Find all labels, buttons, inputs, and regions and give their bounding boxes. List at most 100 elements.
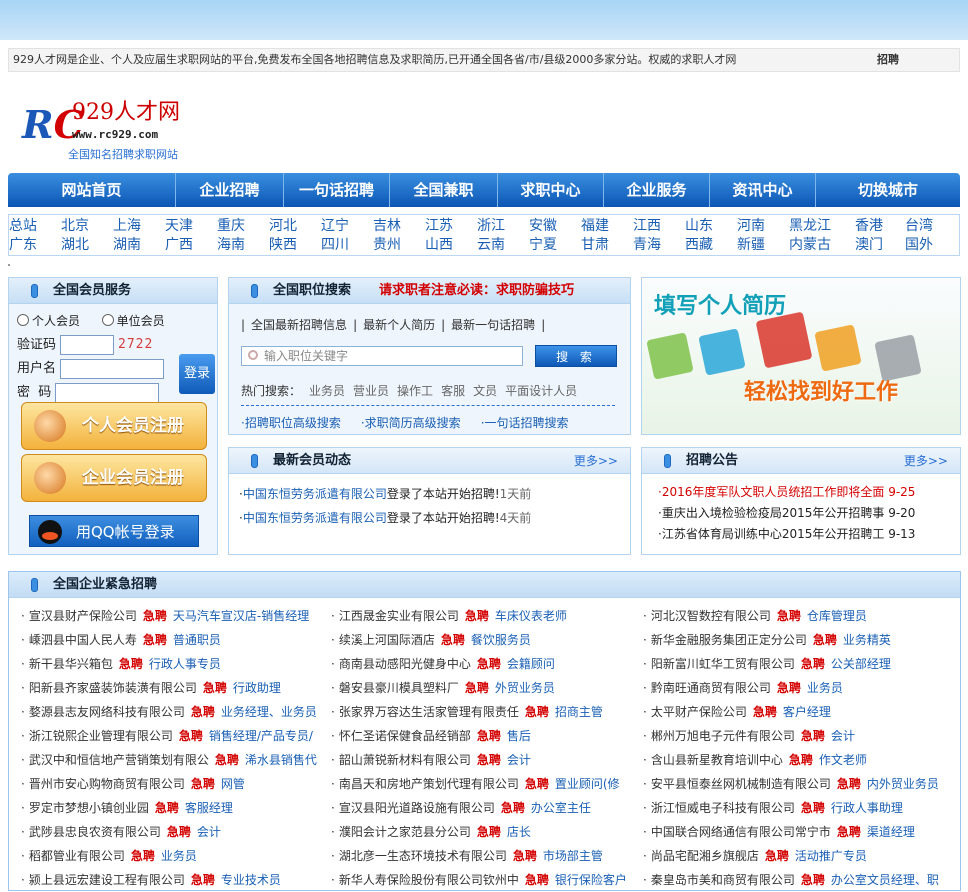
- city-link[interactable]: 内蒙古: [789, 236, 831, 255]
- company-link[interactable]: 安平县恒泰丝网机械制造有限公司: [651, 777, 831, 791]
- city-link[interactable]: 浙江: [477, 217, 505, 236]
- job-link[interactable]: 业务员: [807, 681, 843, 695]
- company-link[interactable]: 黔南旺通商贸有限公司: [651, 681, 771, 695]
- company-link[interactable]: 中国东恒劳务派遣有限公司: [243, 487, 387, 501]
- search-button[interactable]: 搜 索: [535, 345, 617, 367]
- city-link[interactable]: 国外: [905, 236, 933, 255]
- job-link[interactable]: 办公室文员经理、职: [831, 873, 939, 887]
- city-link[interactable]: 江西: [633, 217, 661, 236]
- company-link[interactable]: 秦皇岛市美和商贸有限公司: [651, 873, 795, 887]
- company-link[interactable]: 武陟县忠良农资有限公司: [29, 825, 161, 839]
- site-logo[interactable]: RC 929人才网 www.rc929.com 全国知名招聘求职网站: [20, 92, 195, 162]
- city-link[interactable]: 四川: [321, 236, 349, 255]
- company-link[interactable]: 阳新县齐家盛装饰装潢有限公司: [29, 681, 197, 695]
- nav-company-service[interactable]: 企业服务: [604, 173, 710, 207]
- company-link[interactable]: 续溪上河国际酒店: [339, 633, 435, 647]
- company-link[interactable]: 武汉中和恒信地产营销策划有限公: [29, 753, 209, 767]
- nav-news-center[interactable]: 资讯中心: [710, 173, 816, 207]
- city-link[interactable]: 香港: [855, 217, 883, 236]
- company-link[interactable]: 张家界万容达生活家管理有限责任: [339, 705, 519, 719]
- company-link[interactable]: 含山县新星教育培训中心: [651, 753, 783, 767]
- company-link[interactable]: 怀仁圣诺保健食品经销部: [339, 729, 471, 743]
- company-link[interactable]: 阳新富川虹华工贸有限公司: [651, 657, 795, 671]
- job-link[interactable]: 活动推广专员: [795, 849, 867, 863]
- announcement-item[interactable]: ·江苏省体育局训练中心2015年公开招聘工 9-13: [658, 524, 960, 545]
- city-link[interactable]: 北京: [61, 217, 89, 236]
- job-link[interactable]: 作文老师: [819, 753, 867, 767]
- job-link[interactable]: 业务精英: [843, 633, 891, 647]
- company-link[interactable]: 浙江恒威电子科技有限公司: [651, 801, 795, 815]
- job-link[interactable]: 销售经理/产品专员/: [209, 729, 313, 743]
- company-link[interactable]: 嵊泗县中国人民人寿: [29, 633, 137, 647]
- city-link[interactable]: 河北: [269, 217, 297, 236]
- resume-promo-banner[interactable]: 填写个人简历 轻松找到好工作: [641, 277, 961, 435]
- job-link[interactable]: 业务员: [161, 849, 197, 863]
- username-input[interactable]: [60, 358, 165, 379]
- company-link[interactable]: 新干县华兴箱包: [29, 657, 113, 671]
- login-button[interactable]: 登录: [179, 354, 215, 394]
- company-link[interactable]: 婺源县志友网络科技有限公司: [29, 705, 185, 719]
- company-link[interactable]: 尚品宅配湘乡旗舰店: [651, 849, 759, 863]
- job-link[interactable]: 会计: [831, 729, 855, 743]
- nav-one-line-jobs[interactable]: 一句话招聘: [284, 173, 390, 207]
- hot-term[interactable]: 客服: [441, 384, 465, 398]
- job-link[interactable]: 店长: [507, 825, 531, 839]
- link-latest-resumes[interactable]: 最新个人简历: [363, 318, 435, 332]
- city-link[interactable]: 台湾: [905, 217, 933, 236]
- job-link[interactable]: 行政人事专员: [149, 657, 221, 671]
- company-link[interactable]: 江西晟金实业有限公司: [339, 609, 459, 623]
- hot-term[interactable]: 营业员: [353, 384, 389, 398]
- city-link[interactable]: 澳门: [855, 236, 883, 255]
- city-link[interactable]: 云南: [477, 236, 505, 255]
- city-link[interactable]: 湖南: [113, 236, 141, 255]
- city-link[interactable]: 天津: [165, 217, 193, 236]
- password-input[interactable]: [55, 382, 160, 403]
- nav-company-jobs[interactable]: 企业招聘: [176, 173, 284, 207]
- job-link[interactable]: 售后: [507, 729, 531, 743]
- city-link[interactable]: 江苏: [425, 217, 453, 236]
- job-link[interactable]: 普通职员: [173, 633, 221, 647]
- hot-term[interactable]: 操作工: [397, 384, 433, 398]
- city-link[interactable]: 甘肃: [581, 236, 609, 255]
- job-link[interactable]: 银行保险客户: [555, 873, 627, 887]
- adv-one-line-search-link[interactable]: 一句话招聘搜索: [485, 416, 569, 430]
- job-link[interactable]: 办公室主任: [531, 801, 591, 815]
- city-link[interactable]: 辽宁: [321, 217, 349, 236]
- nav-parttime[interactable]: 全国兼职: [390, 173, 498, 207]
- company-link[interactable]: 新华人寿保险股份有限公司钦州中: [339, 873, 519, 887]
- job-link[interactable]: 天马汽车宣汉店-销售经理: [173, 609, 309, 623]
- job-link[interactable]: 市场部主管: [543, 849, 603, 863]
- nav-jobseeker-center[interactable]: 求职中心: [498, 173, 604, 207]
- job-link[interactable]: 专业技术员: [221, 873, 281, 887]
- city-link[interactable]: 海南: [217, 236, 245, 255]
- company-link[interactable]: 韶山萧锐新材料有限公司: [339, 753, 471, 767]
- city-link[interactable]: 上海: [113, 217, 141, 236]
- city-link[interactable]: 新疆: [737, 236, 765, 255]
- company-link[interactable]: 宣汉县财产保险公司: [29, 609, 137, 623]
- link-latest-one-line[interactable]: 最新一句话招聘: [451, 318, 535, 332]
- city-link[interactable]: 青海: [633, 236, 661, 255]
- job-link[interactable]: 招商主管: [555, 705, 603, 719]
- company-link[interactable]: 罗定市梦想小镇创业园: [29, 801, 149, 815]
- company-link[interactable]: 颍上县远宏建设工程有限公司: [29, 873, 185, 887]
- adv-job-search-link[interactable]: 招聘职位高级搜索: [245, 416, 341, 430]
- city-link[interactable]: 总站: [9, 217, 37, 236]
- job-link[interactable]: 仓库管理员: [807, 609, 867, 623]
- company-link[interactable]: 中国东恒劳务派遣有限公司: [243, 511, 387, 525]
- job-link[interactable]: 渠道经理: [867, 825, 915, 839]
- captcha-input[interactable]: [60, 335, 115, 355]
- job-link[interactable]: 浠水县销售代: [245, 753, 317, 767]
- city-link[interactable]: 福建: [581, 217, 609, 236]
- company-link[interactable]: 中国联合网络通信有限公司常宁市: [651, 825, 831, 839]
- city-link[interactable]: 广西: [165, 236, 193, 255]
- job-link[interactable]: 内外贸业务员: [867, 777, 939, 791]
- more-link[interactable]: 更多>>: [904, 448, 948, 474]
- company-link[interactable]: 南昌天和房地产策划代理有限公司: [339, 777, 519, 791]
- job-link[interactable]: 会计: [507, 753, 531, 767]
- company-link[interactable]: 濮阳会计之家范县分公司: [339, 825, 471, 839]
- city-link[interactable]: 广东: [9, 236, 37, 255]
- city-link[interactable]: 贵州: [373, 236, 401, 255]
- hot-term[interactable]: 平面设计人员: [505, 384, 577, 398]
- qq-login-button[interactable]: 用QQ帐号登录: [29, 515, 199, 547]
- hot-term[interactable]: 业务员: [309, 384, 345, 398]
